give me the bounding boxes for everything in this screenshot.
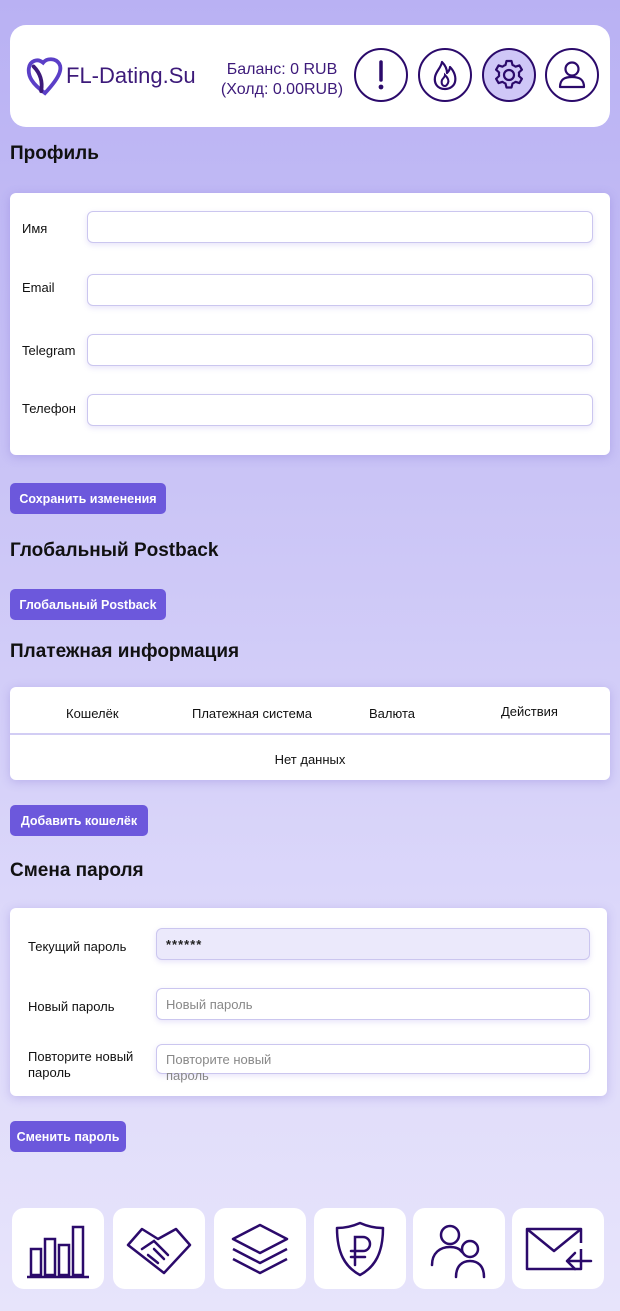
profile-button[interactable]	[545, 48, 599, 102]
phone-label: Телефон	[22, 401, 76, 416]
nav-messages[interactable]	[512, 1208, 604, 1289]
handshake-icon	[126, 1227, 192, 1274]
telegram-input[interactable]	[87, 334, 593, 366]
settings-button[interactable]	[482, 48, 536, 102]
profile-title: Профиль	[10, 143, 99, 164]
fire-icon	[433, 60, 457, 91]
balance-display: Баланс: 0 RUB (Холд: 0.00RUB)	[208, 60, 356, 100]
profile-card: Имя Email Telegram Телефон	[10, 193, 610, 455]
repeat-password-placeholder: Повторите новый пароль	[166, 1052, 272, 1083]
payment-table: Кошелёк Платежная система Валюта Действи…	[10, 687, 610, 780]
column-currency: Валюта	[369, 706, 415, 721]
repeat-password-input[interactable]: Повторите новый пароль	[156, 1044, 590, 1083]
hold-text: (Холд: 0.00RUB)	[220, 81, 344, 98]
user-icon	[558, 61, 586, 89]
current-password-input[interactable]: ******	[156, 928, 590, 960]
empty-message: Нет данных	[274, 752, 346, 767]
new-password-input[interactable]: Новый пароль	[156, 988, 590, 1020]
nav-partners[interactable]	[113, 1208, 205, 1289]
change-password-button[interactable]: Сменить пароль	[10, 1121, 126, 1152]
heart-logo-icon	[26, 57, 63, 96]
save-changes-button[interactable]: Сохранить изменения	[10, 483, 166, 514]
password-card: Текущий пароль ****** Новый пароль Новый…	[10, 908, 607, 1096]
current-password-label: Текущий пароль	[28, 939, 127, 954]
name-label: Имя	[22, 221, 48, 236]
column-actions: Действия	[501, 704, 558, 719]
email-label: Email	[22, 280, 55, 295]
fire-button[interactable]	[418, 48, 472, 102]
ruble-shield-icon	[335, 1221, 385, 1276]
settings-icon	[495, 59, 523, 89]
mail-icon	[525, 1227, 593, 1270]
header: FL-Dating.Su Баланс: 0 RUB (Холд: 0.00RU…	[10, 25, 610, 127]
new-password-label: Новый пароль	[28, 999, 115, 1014]
alert-icon	[378, 60, 384, 90]
balance-text: Баланс: 0 RUB	[226, 61, 338, 78]
global-postback-button[interactable]: Глобальный Postback	[10, 589, 166, 620]
layers-icon	[231, 1223, 289, 1274]
logo-text: FL-Dating.Su	[66, 63, 196, 88]
column-payment-system: Платежная система	[192, 706, 312, 721]
column-wallet: Кошелёк	[66, 706, 119, 721]
email-input[interactable]	[87, 274, 593, 306]
name-input[interactable]	[87, 211, 593, 243]
password-title: Смена пароля	[10, 860, 144, 881]
postback-title: Глобальный Postback	[10, 540, 219, 561]
stats-icon	[27, 1225, 89, 1278]
users-icon	[430, 1224, 486, 1278]
nav-finance[interactable]	[314, 1208, 406, 1289]
nav-stats[interactable]	[12, 1208, 104, 1289]
table-divider	[10, 733, 610, 735]
nav-referrals[interactable]	[413, 1208, 505, 1289]
repeat-password-label: Повторите новый пароль	[28, 1049, 134, 1080]
nav-offers[interactable]	[214, 1208, 306, 1289]
telegram-label: Telegram	[22, 343, 76, 358]
add-wallet-button[interactable]: Добавить кошелёк	[10, 805, 148, 836]
phone-input[interactable]	[87, 394, 593, 426]
payment-title: Платежная информация	[10, 641, 240, 662]
alert-button[interactable]	[354, 48, 408, 102]
logo[interactable]: FL-Dating.Su	[26, 55, 196, 97]
